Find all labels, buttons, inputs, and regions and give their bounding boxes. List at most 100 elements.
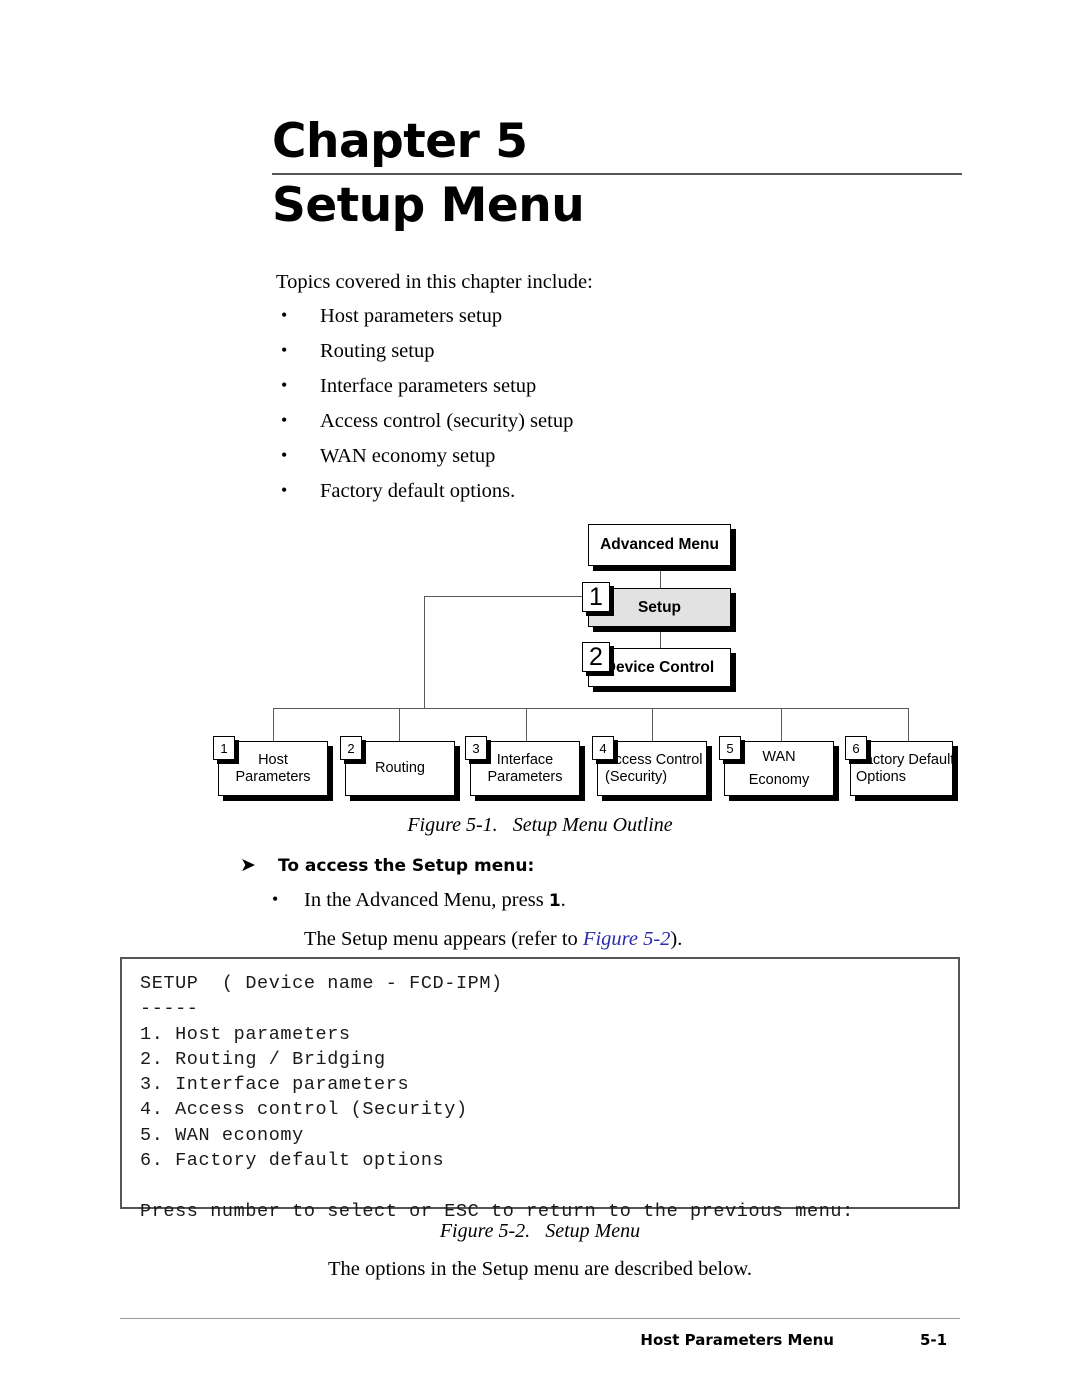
terminal-menu-item[interactable]: 5. WAN economy bbox=[140, 1123, 958, 1148]
diagram-badge-access-control: 4 bbox=[592, 736, 614, 760]
list-item-label: Factory default options. bbox=[320, 479, 516, 502]
terminal-line: ----- bbox=[140, 998, 199, 1020]
procedure-note-suffix: ). bbox=[670, 928, 683, 950]
page-footer: Host Parameters Menu 5-1 bbox=[120, 1318, 960, 1349]
badge-label: 2 bbox=[589, 642, 603, 671]
figure-2-caption: Figure 5-2. Setup Menu bbox=[0, 1220, 1080, 1243]
terminal-menu-item[interactable]: 3. Interface parameters bbox=[140, 1072, 958, 1097]
badge-label: 3 bbox=[472, 740, 480, 756]
terminal-menu-item[interactable]: 2. Routing / Bridging bbox=[140, 1047, 958, 1072]
title-divider bbox=[272, 173, 962, 175]
bullet-icon: • bbox=[272, 889, 279, 909]
connector-setup-to-device-control bbox=[660, 627, 662, 649]
connector-drop-3 bbox=[526, 708, 528, 741]
list-item-label: Host parameters setup bbox=[320, 304, 503, 327]
diagram-badge-setup: 1 bbox=[582, 582, 610, 612]
intro-section: Topics covered in this chapter include: … bbox=[276, 272, 936, 516]
node-label-line2: Options bbox=[856, 768, 906, 785]
chapter-label: Chapter 5 bbox=[272, 114, 528, 169]
list-item: • Interface parameters setup bbox=[276, 374, 936, 398]
list-item-label: Access control (security) setup bbox=[320, 409, 574, 432]
node-label: Host Parameters bbox=[233, 752, 314, 784]
terminal-menu-item[interactable]: 4. Access control (Security) bbox=[140, 1097, 958, 1122]
connector-drop-1 bbox=[273, 708, 275, 741]
figure-1-number: Figure 5-1. bbox=[407, 814, 498, 836]
procedure-heading: ➤ To access the Setup menu: bbox=[240, 854, 960, 876]
page-title: Chapter 5 Setup Menu bbox=[272, 118, 962, 230]
node-label-line2: Economy bbox=[748, 771, 810, 788]
node-label-line1: Interface bbox=[496, 752, 554, 769]
topics-list: • Host parameters setup • Routing setup … bbox=[276, 304, 936, 503]
connector-drop-4 bbox=[652, 708, 654, 741]
chapter-title: Setup Menu bbox=[272, 178, 585, 233]
figure-2-number: Figure 5-2. bbox=[439, 1220, 531, 1242]
node-label: Routing bbox=[375, 760, 425, 777]
connector-root-to-setup bbox=[660, 566, 662, 588]
badge-label: 4 bbox=[599, 740, 607, 756]
procedure-note: The Setup menu appears (refer to Figure … bbox=[240, 928, 960, 951]
connector-drop-6 bbox=[908, 708, 910, 741]
connector-bus bbox=[273, 708, 909, 710]
diagram-badge-host-parameters: 1 bbox=[213, 736, 235, 760]
node-label-line1: Host bbox=[258, 752, 288, 769]
figure-5-2-link[interactable]: Figure 5-2 bbox=[583, 928, 671, 950]
node-label: Advanced Menu bbox=[600, 536, 719, 553]
node-label-line2: Parameters bbox=[487, 768, 563, 785]
bullet-icon: • bbox=[281, 444, 288, 465]
badge-label: 1 bbox=[589, 582, 603, 611]
connector-setup-stub-horizontal bbox=[424, 596, 588, 598]
list-item-label: WAN economy setup bbox=[320, 444, 496, 467]
node-label-line1: Factory Default bbox=[856, 752, 955, 769]
node-label: Factory Default Options bbox=[853, 752, 957, 784]
bullet-icon: • bbox=[281, 304, 288, 325]
procedure-step: • In the Advanced Menu, press 1. bbox=[240, 889, 960, 912]
procedure-step-suffix: . bbox=[560, 889, 566, 911]
badge-label: 5 bbox=[726, 740, 734, 756]
list-item: • Access control (security) setup bbox=[276, 409, 936, 433]
connector-drop-5 bbox=[781, 708, 783, 741]
node-label: Device Control bbox=[604, 658, 715, 676]
list-item-label: Routing setup bbox=[320, 339, 435, 362]
connector-drop-2 bbox=[399, 708, 401, 741]
setup-menu-outline-diagram: Advanced Menu Setup 1 Device Control 2 H… bbox=[0, 505, 1080, 810]
badge-label: 2 bbox=[347, 740, 355, 756]
node-label: Access Control (Security) bbox=[602, 752, 706, 784]
terminal-line: SETUP ( Device name - FCD-IPM) bbox=[140, 973, 503, 994]
procedure-note-prefix: The Setup menu appears (refer to bbox=[304, 928, 583, 950]
access-procedure-section: ➤ To access the Setup menu: • In the Adv… bbox=[240, 854, 960, 951]
badge-label: 1 bbox=[220, 740, 228, 756]
figure-2-title: Setup Menu bbox=[545, 1220, 641, 1242]
procedure-step-key: 1 bbox=[548, 891, 561, 911]
list-item: • Host parameters setup bbox=[276, 304, 936, 328]
footer-page-number: 5-1 bbox=[920, 1331, 948, 1349]
procedure-step-text: In the Advanced Menu, press bbox=[304, 889, 549, 911]
bullet-icon: • bbox=[281, 339, 288, 360]
terminal-menu-item[interactable]: 6. Factory default options bbox=[140, 1148, 958, 1173]
diagram-badge-device-control: 2 bbox=[582, 642, 610, 672]
arrow-right-icon: ➤ bbox=[240, 854, 256, 876]
bullet-icon: • bbox=[281, 479, 288, 500]
node-label-line1: Access Control bbox=[605, 752, 703, 769]
bullet-icon: • bbox=[281, 374, 288, 395]
list-item: • Routing setup bbox=[276, 339, 936, 363]
node-label-line2: Parameters bbox=[235, 768, 311, 785]
footer-divider bbox=[120, 1318, 960, 1319]
figure-1-caption: Figure 5-1. Setup Menu Outline bbox=[0, 814, 1080, 837]
bullet-icon: • bbox=[281, 409, 288, 430]
closing-text: The options in the Setup menu are descri… bbox=[328, 1258, 752, 1280]
figure-1-title: Setup Menu Outline bbox=[512, 814, 673, 836]
node-label: Setup bbox=[637, 598, 682, 616]
list-item: • WAN economy setup bbox=[276, 444, 936, 468]
node-label-line2: (Security) bbox=[605, 768, 668, 785]
terminal-menu-item[interactable]: 1. Host parameters bbox=[140, 1022, 958, 1047]
diagram-badge-wan-economy: 5 bbox=[719, 736, 741, 760]
list-item: • Factory default options. bbox=[276, 479, 936, 503]
connector-setup-stub-vertical bbox=[424, 596, 426, 709]
list-item-label: Interface parameters setup bbox=[320, 374, 537, 397]
diagram-badge-routing: 2 bbox=[340, 736, 362, 760]
setup-menu-terminal: SETUP ( Device name - FCD-IPM) ----- 1. … bbox=[120, 957, 960, 1222]
node-label: Interface Parameters bbox=[485, 752, 566, 784]
node-label-line1: WAN bbox=[762, 749, 796, 766]
diagram-node-advanced-menu[interactable]: Advanced Menu bbox=[588, 524, 731, 566]
